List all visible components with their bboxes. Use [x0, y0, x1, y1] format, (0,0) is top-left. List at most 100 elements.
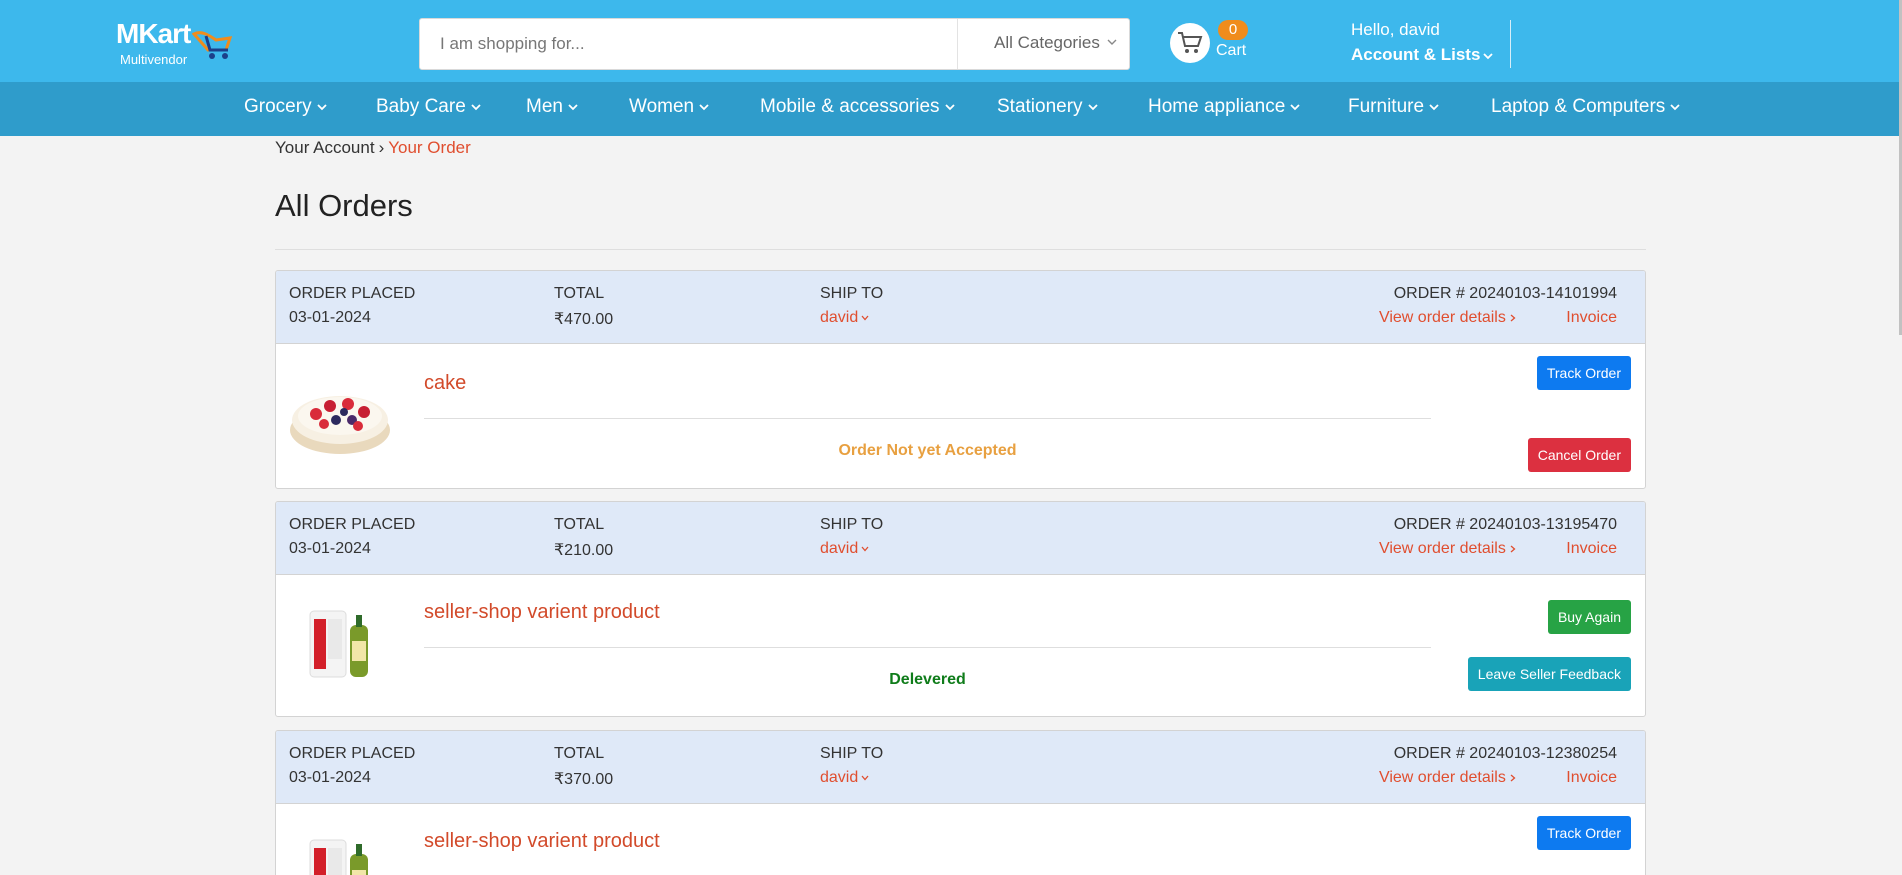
order-placed-label: ORDER PLACED: [289, 285, 416, 302]
nav-item-label: Women: [629, 96, 695, 117]
product-divider: [424, 647, 1431, 648]
order-header: ORDER PLACED 03-01-2024 TOTAL ₹370.00 SH…: [276, 731, 1645, 804]
top-header: MKart Multivendor All Categories 0 Cart …: [0, 0, 1902, 82]
view-order-details-link[interactable]: View order details: [1379, 769, 1518, 786]
invoice-link[interactable]: Invoice: [1566, 769, 1617, 786]
view-order-details-label: View order details: [1378, 540, 1506, 557]
invoice-link[interactable]: Invoice: [1566, 540, 1617, 557]
cart-icon-wrap: [1170, 23, 1210, 63]
order-placed-col: ORDER PLACED 03-01-2024: [289, 285, 415, 327]
order-card: ORDER PLACED 03-01-2024 TOTAL ₹370.00 SH…: [275, 730, 1646, 875]
order-date: 03-01-2024: [289, 769, 371, 786]
chevron-right-icon: [1510, 545, 1516, 553]
nav-item-stationery[interactable]: Stationery: [997, 96, 1099, 118]
chevron-down-icon: [1483, 52, 1494, 59]
view-order-details-label: View order details: [1378, 309, 1506, 326]
account-lists-label: Account & Lists: [1351, 45, 1481, 64]
category-nav: Grocery Baby Care Men Women Mobile & acc…: [0, 82, 1902, 136]
product-name[interactable]: cake: [424, 372, 466, 395]
order-placed-label: ORDER PLACED: [289, 745, 416, 762]
brand-tagline: Multivendor: [120, 52, 188, 67]
view-order-details-link[interactable]: View order details: [1379, 540, 1518, 557]
chevron-down-icon: [1429, 104, 1439, 111]
order-links: View order details Invoice: [1379, 309, 1617, 327]
track-order-button[interactable]: Track Order: [1536, 356, 1631, 390]
nav-item-women[interactable]: Women: [629, 96, 710, 118]
track-order-button[interactable]: Track Order: [1536, 816, 1631, 850]
chevron-down-icon: [568, 104, 578, 111]
ship-to-name[interactable]: david: [820, 769, 883, 787]
nav-item-mobile-accessories[interactable]: Mobile & accessories: [760, 96, 956, 118]
account-menu[interactable]: Hello, david Account & Lists: [1351, 20, 1494, 65]
order-total-col: TOTAL ₹470.00: [554, 285, 613, 329]
chevron-down-icon: [1670, 104, 1680, 111]
product-image-oil-pack[interactable]: [304, 605, 376, 683]
ship-to-name[interactable]: david: [820, 540, 883, 558]
cancel-order-button[interactable]: Cancel Order: [1527, 438, 1631, 472]
order-number: ORDER # 20240103-13195470: [1393, 516, 1617, 533]
chevron-down-icon: [699, 104, 709, 111]
nav-item-baby-care[interactable]: Baby Care: [376, 96, 482, 118]
chevron-down-icon: [861, 546, 869, 552]
nav-item-laptop-computers[interactable]: Laptop & Computers: [1491, 96, 1681, 118]
leave-seller-feedback-button[interactable]: Leave Seller Feedback: [1467, 657, 1631, 691]
order-total-label: TOTAL: [554, 516, 605, 533]
product-name[interactable]: seller-shop varient product: [424, 830, 660, 853]
nav-item-label: Men: [526, 96, 563, 117]
ship-to-value: david: [820, 540, 859, 557]
view-order-details-label: View order details: [1378, 769, 1506, 786]
search-input[interactable]: [420, 19, 956, 69]
cart-icon: [1178, 32, 1203, 53]
ship-to-value: david: [820, 769, 859, 786]
chevron-down-icon: [316, 104, 327, 111]
order-links: View order details Invoice: [1379, 540, 1617, 558]
breadcrumb-your-account[interactable]: Your Account: [275, 138, 375, 157]
product-name[interactable]: seller-shop varient product: [424, 601, 660, 624]
order-date: 03-01-2024: [289, 540, 371, 557]
nav-item-grocery[interactable]: Grocery: [244, 96, 328, 118]
nav-item-home-appliance[interactable]: Home appliance: [1148, 96, 1301, 118]
order-card: ORDER PLACED 03-01-2024 TOTAL ₹210.00 SH…: [275, 501, 1646, 717]
chevron-right-icon: [1510, 774, 1516, 782]
ship-to-label: SHIP TO: [820, 285, 884, 302]
nav-item-label: Mobile & accessories: [760, 96, 940, 117]
ship-to-col: SHIP TO david: [820, 285, 883, 327]
account-lists-toggle[interactable]: Account & Lists: [1351, 45, 1494, 65]
product-image-oil-pack[interactable]: [304, 834, 376, 875]
order-number: ORDER # 20240103-12380254: [1393, 745, 1617, 762]
nav-item-label: Stationery: [997, 96, 1083, 117]
ship-to-value: david: [820, 309, 859, 326]
nav-item-furniture[interactable]: Furniture: [1348, 96, 1440, 118]
view-order-details-link[interactable]: View order details: [1379, 309, 1518, 326]
title-divider: [275, 249, 1646, 250]
category-select[interactable]: All Categories: [957, 19, 1129, 69]
nav-item-label: Furniture: [1348, 96, 1425, 117]
order-total-col: TOTAL ₹370.00: [554, 745, 613, 789]
order-status: Order Not yet Accepted: [838, 442, 1017, 459]
cart-label: Cart: [1216, 42, 1247, 59]
ship-to-name[interactable]: david: [820, 309, 883, 327]
order-number: ORDER # 20240103-14101994: [1393, 285, 1617, 302]
product-divider: [424, 418, 1431, 419]
order-total-label: TOTAL: [554, 745, 605, 762]
cart-count-badge: 0: [1218, 20, 1248, 40]
order-links: View order details Invoice: [1379, 769, 1617, 787]
category-select-value: All Categories: [994, 33, 1100, 52]
order-header: ORDER PLACED 03-01-2024 TOTAL ₹210.00 SH…: [276, 502, 1645, 575]
brand-logo[interactable]: MKart Multivendor: [116, 18, 256, 70]
nav-item-label: Grocery: [244, 96, 312, 117]
ship-to-col: SHIP TO david: [820, 516, 883, 558]
order-status: Delevered: [889, 671, 966, 688]
nav-item-men[interactable]: Men: [526, 96, 579, 118]
account-greeting: Hello, david: [1351, 20, 1440, 39]
chevron-down-icon: [944, 104, 955, 111]
buy-again-button[interactable]: Buy Again: [1547, 600, 1631, 634]
cart-button[interactable]: 0 Cart: [1170, 20, 1250, 64]
order-total-label: TOTAL: [554, 285, 605, 302]
chevron-down-icon: [861, 775, 869, 781]
nav-item-label: Baby Care: [376, 96, 466, 117]
product-image-cake[interactable]: [288, 378, 392, 458]
ship-to-label: SHIP TO: [820, 516, 884, 533]
chevron-down-icon: [861, 315, 869, 321]
invoice-link[interactable]: Invoice: [1566, 309, 1617, 326]
